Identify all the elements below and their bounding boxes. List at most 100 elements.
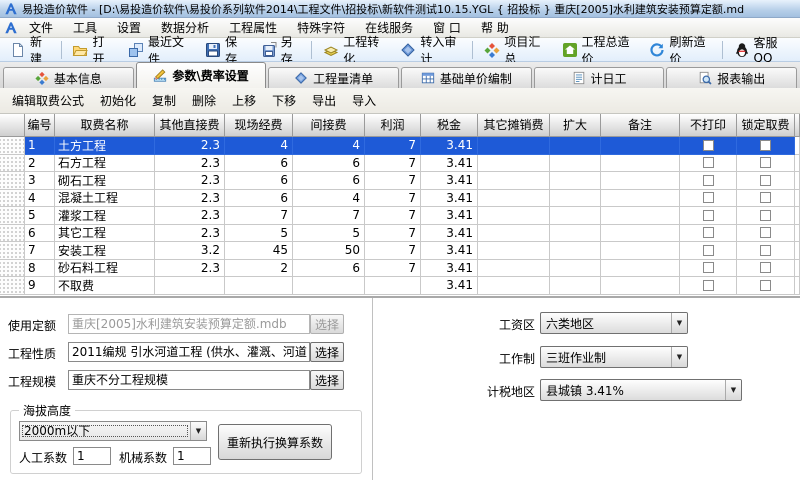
cell[interactable]: 5 [225, 225, 293, 243]
cell[interactable]: 3.41 [421, 137, 478, 155]
lock-fee-checkbox[interactable] [760, 262, 771, 273]
row-selector[interactable] [0, 225, 25, 243]
cell[interactable]: 45 [225, 242, 293, 260]
no-print-checkbox[interactable] [703, 262, 714, 273]
column-header[interactable]: 现场经费 [225, 114, 293, 137]
nature-select-button[interactable]: 选择 [310, 342, 344, 362]
cell[interactable]: 7 [365, 172, 421, 190]
open-button[interactable]: 打开 [64, 39, 120, 61]
cell[interactable]: 混凝土工程 [55, 190, 155, 208]
cell[interactable]: 5 [293, 225, 365, 243]
no-print-checkbox[interactable] [703, 245, 714, 256]
nature-field[interactable]: 2011编规 引水河道工程 (供水、灌溉、河道 [68, 342, 310, 362]
cell[interactable]: 6 [293, 155, 365, 173]
project-convert-button[interactable]: 工程转化 [315, 39, 392, 61]
cell[interactable] [478, 172, 550, 190]
tab-unit-price[interactable]: 基础单价编制 [401, 67, 532, 88]
cell[interactable] [550, 137, 601, 155]
cell[interactable]: 3.41 [421, 155, 478, 173]
row-selector[interactable] [0, 137, 25, 155]
cell[interactable]: 6 [25, 225, 55, 243]
cell[interactable] [365, 277, 421, 295]
cell[interactable] [550, 225, 601, 243]
cell[interactable]: 5 [25, 207, 55, 225]
cell[interactable]: 4 [293, 190, 365, 208]
cell[interactable] [478, 155, 550, 173]
tab-params-rate-settings[interactable]: 参数\费率设置 [136, 62, 267, 88]
lock-fee-checkbox[interactable] [760, 210, 771, 221]
move-down-button[interactable]: 下移 [266, 90, 302, 111]
cell[interactable] [601, 155, 680, 173]
edit-fee-formula-button[interactable]: 编辑取费公式 [6, 90, 90, 111]
cell[interactable] [550, 260, 601, 278]
refresh-cost-button[interactable]: 刷新造价 [641, 39, 718, 61]
cell[interactable] [478, 225, 550, 243]
column-header[interactable]: 其它摊销费 [478, 114, 550, 137]
wage-zone-dropdown[interactable]: 六类地区 ▼ [540, 312, 688, 334]
cell[interactable] [601, 207, 680, 225]
column-header[interactable]: 不打印 [680, 114, 737, 137]
move-up-button[interactable]: 上移 [226, 90, 262, 111]
cell[interactable]: 4 [25, 190, 55, 208]
row-selector[interactable] [0, 190, 25, 208]
cell[interactable] [478, 207, 550, 225]
no-print-checkbox[interactable] [703, 140, 714, 151]
cell[interactable]: 3.41 [421, 260, 478, 278]
cell[interactable]: 7 [365, 207, 421, 225]
labor-coefficient-field[interactable]: 1 [73, 447, 111, 465]
cell[interactable]: 2 [25, 155, 55, 173]
table-row[interactable]: 1土方工程2.34473.41 [0, 137, 800, 155]
cell[interactable]: 7 [365, 225, 421, 243]
tab-boq[interactable]: 工程量清单 [268, 67, 399, 88]
recalc-conversion-button[interactable]: 重新执行换算系数 [218, 424, 332, 460]
lock-fee-checkbox[interactable] [760, 245, 771, 256]
cell[interactable]: 砌石工程 [55, 172, 155, 190]
total-cost-button[interactable]: 工程总造价 [554, 39, 642, 61]
cell[interactable]: 3.41 [421, 172, 478, 190]
table-row[interactable]: 4混凝土工程2.36473.41 [0, 190, 800, 208]
cell[interactable]: 6 [225, 190, 293, 208]
cell[interactable]: 砂石料工程 [55, 260, 155, 278]
work-system-dropdown[interactable]: 三班作业制 ▼ [540, 346, 688, 368]
cell[interactable]: 3 [25, 172, 55, 190]
cell[interactable]: 9 [25, 277, 55, 295]
cell[interactable]: 7 [365, 242, 421, 260]
row-selector[interactable] [0, 172, 25, 190]
cell[interactable]: 2.3 [155, 225, 225, 243]
cell[interactable]: 1 [25, 137, 55, 155]
cell[interactable]: 6 [293, 260, 365, 278]
table-row[interactable]: 8砂石料工程2.32673.41 [0, 260, 800, 278]
cell[interactable] [601, 137, 680, 155]
cell[interactable]: 不取费 [55, 277, 155, 295]
cell[interactable]: 6 [293, 172, 365, 190]
cell[interactable] [550, 172, 601, 190]
new-button[interactable]: 新建 [2, 39, 58, 61]
cell[interactable]: 2.3 [155, 207, 225, 225]
column-header[interactable]: 编号 [25, 114, 55, 137]
cell[interactable]: 8 [25, 260, 55, 278]
audit-transfer-button[interactable]: 转入审计 [392, 39, 469, 61]
save-as-button[interactable]: 另存 [253, 39, 309, 61]
no-print-checkbox[interactable] [703, 210, 714, 221]
cell[interactable]: 石方工程 [55, 155, 155, 173]
cell[interactable] [550, 190, 601, 208]
column-header[interactable]: 扩大 [550, 114, 601, 137]
column-header[interactable]: 税金 [421, 114, 478, 137]
cell[interactable] [601, 260, 680, 278]
cell[interactable]: 2.3 [155, 190, 225, 208]
lock-fee-checkbox[interactable] [760, 227, 771, 238]
cell[interactable]: 3.41 [421, 277, 478, 295]
recent-files-button[interactable]: 最近文件 [120, 39, 197, 61]
cell[interactable] [601, 190, 680, 208]
cell[interactable] [601, 172, 680, 190]
cell[interactable]: 7 [25, 242, 55, 260]
lock-fee-checkbox[interactable] [760, 140, 771, 151]
cell[interactable] [601, 277, 680, 295]
no-print-checkbox[interactable] [703, 227, 714, 238]
lock-fee-checkbox[interactable] [760, 175, 771, 186]
cell[interactable]: 2 [225, 260, 293, 278]
table-row[interactable]: 7安装工程3.2455073.41 [0, 242, 800, 260]
lock-fee-checkbox[interactable] [760, 280, 771, 291]
cell[interactable] [478, 242, 550, 260]
menu-settings[interactable]: 设置 [108, 18, 150, 37]
